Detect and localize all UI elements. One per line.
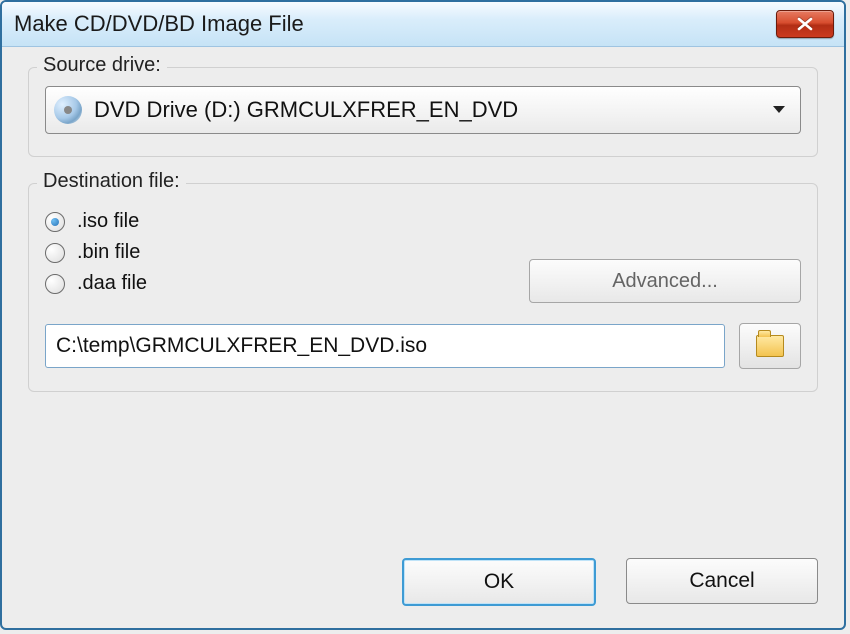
- destination-path-row: [45, 323, 801, 369]
- window-title: Make CD/DVD/BD Image File: [14, 11, 304, 37]
- cancel-button-label: Cancel: [689, 569, 754, 593]
- dialog-footer: OK Cancel: [402, 558, 818, 606]
- advanced-button[interactable]: Advanced...: [529, 259, 801, 303]
- source-drive-group: Source drive: DVD Drive (D:) GRMCULXFRER…: [28, 67, 818, 157]
- radio-group: .iso file .bin file .daa file: [45, 202, 147, 303]
- destination-middle-row: .iso file .bin file .daa file Advanced..…: [45, 202, 801, 303]
- radio-icon: [45, 243, 65, 263]
- radio-daa-label: .daa file: [77, 272, 147, 295]
- radio-bin[interactable]: .bin file: [45, 241, 147, 264]
- chevron-down-icon: [772, 105, 786, 115]
- radio-iso[interactable]: .iso file: [45, 210, 147, 233]
- radio-iso-label: .iso file: [77, 210, 139, 233]
- radio-icon: [45, 212, 65, 232]
- radio-bin-label: .bin file: [77, 241, 140, 264]
- client-area: Source drive: DVD Drive (D:) GRMCULXFRER…: [2, 47, 844, 428]
- dialog-window: Make CD/DVD/BD Image File Source drive: …: [0, 0, 846, 630]
- source-drive-legend: Source drive:: [37, 54, 167, 77]
- folder-icon: [756, 335, 784, 357]
- ok-button-label: OK: [484, 570, 514, 594]
- radio-icon: [45, 274, 65, 294]
- source-drive-combobox[interactable]: DVD Drive (D:) GRMCULXFRER_EN_DVD: [45, 86, 801, 134]
- source-drive-text: DVD Drive (D:) GRMCULXFRER_EN_DVD: [94, 97, 518, 123]
- ok-button[interactable]: OK: [402, 558, 596, 606]
- close-button[interactable]: [776, 10, 834, 38]
- close-icon: [797, 17, 813, 31]
- cancel-button[interactable]: Cancel: [626, 558, 818, 604]
- destination-path-input[interactable]: [45, 324, 725, 368]
- titlebar: Make CD/DVD/BD Image File: [2, 2, 844, 47]
- disc-icon: [54, 96, 82, 124]
- browse-button[interactable]: [739, 323, 801, 369]
- destination-file-legend: Destination file:: [37, 170, 186, 193]
- destination-file-group: Destination file: .iso file .bin file .d…: [28, 183, 818, 392]
- radio-daa[interactable]: .daa file: [45, 272, 147, 295]
- advanced-button-label: Advanced...: [612, 270, 718, 293]
